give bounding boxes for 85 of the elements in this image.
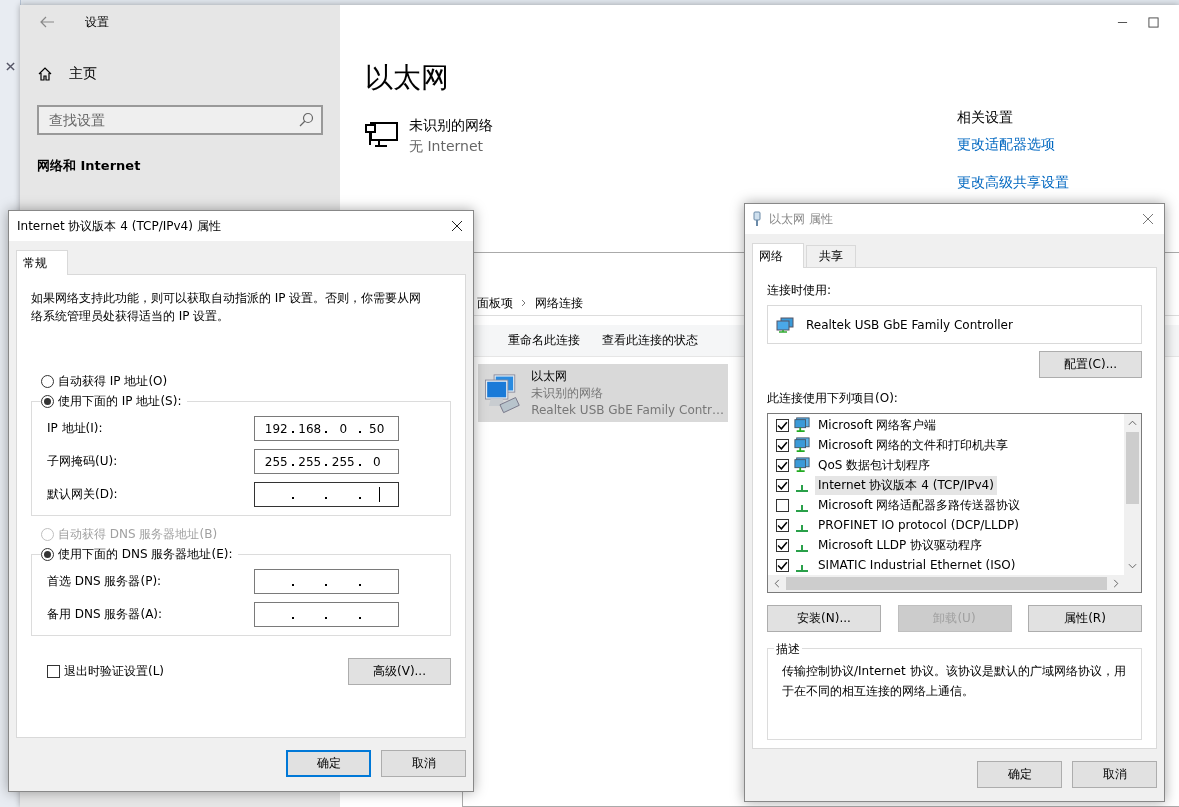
search-field[interactable]: 查找设置 — [37, 105, 323, 135]
adapter-icon — [753, 211, 761, 227]
dialog-button[interactable]: 确定 — [286, 750, 371, 777]
list-item[interactable]: Microsoft 网络的文件和打印机共享 — [815, 435, 1012, 455]
protocol-icon — [795, 524, 809, 532]
computer-icon — [794, 417, 810, 433]
list-item[interactable]: PROFINET IO protocol (DCP/LLDP) — [815, 517, 1022, 533]
tab[interactable]: 网络 — [752, 243, 804, 268]
section-heading: 网络和 Internet — [37, 157, 142, 175]
close-icon[interactable] — [6, 62, 15, 71]
field-label: 首选 DNS 服务器(P): — [47, 573, 162, 590]
network-adapter-icon — [776, 316, 794, 333]
item-checkbox[interactable] — [776, 518, 789, 532]
search-icon — [298, 112, 314, 128]
protocol-icon — [795, 484, 809, 492]
protocol-icon — [795, 504, 809, 512]
list-item[interactable]: Internet 协议版本 4 (TCP/IPv4) — [815, 475, 997, 495]
configure-button[interactable]: 配置(C)... — [1039, 351, 1142, 378]
field-label: 子网掩码(U): — [47, 453, 118, 470]
scroll-down-icon[interactable] — [1128, 563, 1137, 569]
scroll-up-icon[interactable] — [1128, 420, 1137, 426]
advanced-button[interactable]: 高级(V)... — [348, 658, 451, 685]
item-checkbox[interactable] — [776, 438, 789, 452]
network-name: 未识别的网络 — [409, 117, 493, 135]
item-button[interactable]: 属性(R) — [1028, 605, 1142, 632]
list-item[interactable]: SIMATIC Industrial Ethernet (ISO) — [815, 557, 1019, 573]
item-checkbox[interactable] — [776, 458, 789, 472]
home-nav-item[interactable]: 主页 — [37, 65, 97, 83]
close-icon[interactable] — [451, 220, 463, 232]
window-title: 设置 — [85, 13, 109, 31]
dialog-title: Internet 协议版本 4 (TCP/IPv4) 属性 — [17, 217, 222, 235]
related-heading: 相关设置 — [957, 109, 1014, 127]
field-label: IP 地址(I): — [47, 420, 103, 437]
dialog-button[interactable]: 取消 — [381, 750, 466, 777]
network-status: 无 Internet — [409, 138, 485, 156]
maximize-icon[interactable] — [1148, 16, 1159, 28]
page-heading: 以太网 — [365, 60, 450, 96]
settings-link[interactable]: 更改适配器选项 — [957, 136, 1069, 154]
connection-item[interactable]: 以太网 未识别的网络 Realtek USB GbE Family Contr… — [478, 364, 728, 422]
home-icon — [37, 66, 53, 82]
tab[interactable]: 共享 — [806, 245, 856, 267]
back-arrow-icon[interactable] — [39, 16, 55, 28]
section-label: 此连接使用下列项目(O): — [767, 390, 899, 407]
list-item[interactable]: QoS 数据包计划程序 — [815, 455, 934, 475]
list-item[interactable]: Microsoft LLDP 协议驱动程序 — [815, 535, 986, 555]
dialog-title: 以太网 属性 — [769, 210, 834, 228]
settings-link[interactable]: 更改高级共享设置 — [957, 174, 1069, 192]
list-item[interactable]: Microsoft 网络客户端 — [815, 415, 940, 435]
tab[interactable]: 常规 — [16, 250, 68, 275]
toolbar-command[interactable]: 重命名此连接 — [503, 332, 585, 349]
item-checkbox[interactable] — [776, 478, 789, 492]
horizontal-scrollbar[interactable] — [768, 575, 1141, 592]
item-checkbox[interactable] — [776, 538, 789, 552]
adapter-field: Realtek USB GbE Family Controller — [767, 305, 1142, 344]
field-label: 备用 DNS 服务器(A): — [47, 606, 163, 623]
item-checkbox[interactable] — [776, 558, 789, 572]
description-text: 传输控制协议/Internet 协议。该协议是默认的广域网络协议，用于在不同的相互连接的网络上通信。 — [782, 663, 1127, 700]
checkbox-option[interactable]: 退出时验证设置(L) — [47, 663, 165, 680]
protocol-icon — [795, 564, 809, 572]
ip-address-field[interactable] — [254, 482, 399, 507]
item-checkbox[interactable] — [776, 418, 789, 432]
item-button[interactable]: 安装(N)... — [767, 605, 881, 632]
section-label: 连接时使用: — [767, 282, 833, 299]
dialog-button[interactable]: 确定 — [977, 761, 1062, 788]
ip-address-field[interactable] — [254, 569, 399, 594]
protocol-icon — [795, 544, 809, 552]
dialog-button[interactable]: 取消 — [1072, 761, 1157, 788]
ip-address-field[interactable] — [254, 602, 399, 627]
ip-address-field[interactable]: 192 168 0 50 — [254, 416, 399, 441]
group-label: 描述 — [774, 641, 802, 658]
breadcrumb-item[interactable]: 网络连接 — [535, 294, 583, 312]
field-label: 默认网关(D): — [47, 486, 118, 503]
computer-icon — [794, 437, 810, 453]
ip-address-field[interactable]: 255 255 255 0 — [254, 449, 399, 474]
intro-text: 如果网络支持此功能，则可以获取自动指派的 IP 设置。否则，你需要从网络系统管理员处获得适当的 IP 设置。 — [31, 290, 423, 325]
item-checkbox[interactable] — [776, 498, 789, 512]
computer-icon — [794, 457, 810, 473]
vertical-scrollbar[interactable] — [1124, 414, 1141, 575]
monitor-icon — [365, 121, 399, 149]
list-item[interactable]: Microsoft 网络适配器多路传送器协议 — [815, 495, 1024, 515]
scroll-right-icon[interactable] — [1113, 579, 1119, 588]
chevron-icon — [521, 299, 527, 307]
toolbar-command[interactable]: 查看此连接的状态 — [597, 332, 703, 349]
breadcrumb-item[interactable]: 面板项 — [477, 294, 513, 312]
scroll-left-icon[interactable] — [774, 579, 780, 588]
